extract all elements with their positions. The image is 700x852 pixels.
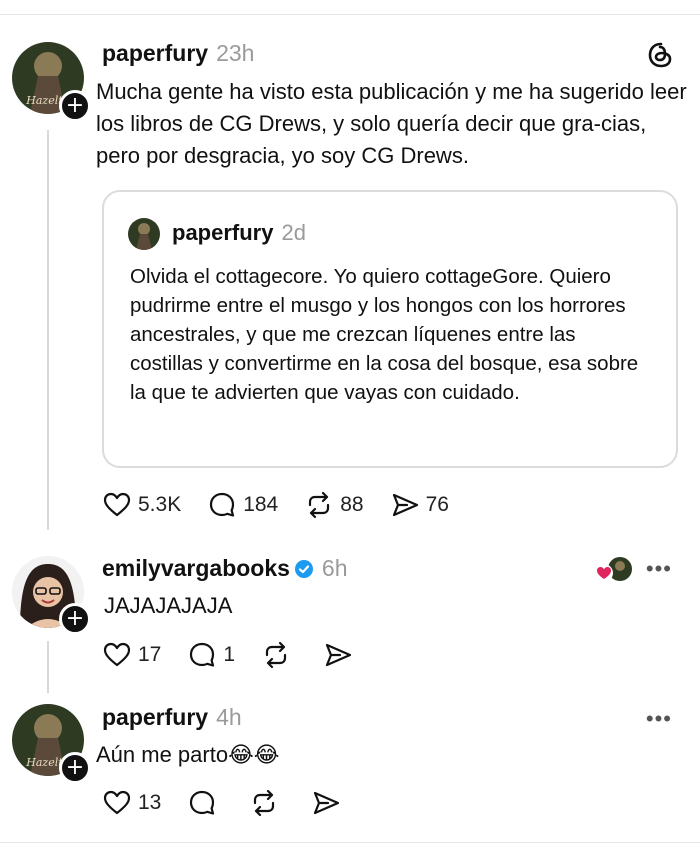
follow-plus-button[interactable]: + xyxy=(59,752,91,784)
username[interactable]: emilyvargabooks 6h xyxy=(102,555,348,582)
repost-button[interactable]: 88 xyxy=(304,490,364,520)
username-text[interactable]: paperfury xyxy=(102,704,208,730)
heart-icon xyxy=(103,790,131,815)
heart-icon xyxy=(103,642,131,667)
repost-button[interactable] xyxy=(261,640,297,670)
reply-button[interactable]: 184 xyxy=(207,490,278,520)
quoted-post[interactable]: paperfury 2d Olvida el cottagecore. Yo qu… xyxy=(102,190,678,468)
thread-line xyxy=(47,130,49,530)
post-time: 4h xyxy=(216,704,242,730)
share-icon xyxy=(325,643,352,667)
follow-plus-button[interactable]: + xyxy=(59,90,91,122)
heart-icon xyxy=(103,492,131,517)
like-button[interactable]: 17 xyxy=(102,640,161,670)
like-button[interactable]: 13 xyxy=(102,788,161,818)
quote-username[interactable]: paperfury 2d xyxy=(172,220,306,246)
repost-count: 88 xyxy=(340,493,364,516)
follow-plus-button[interactable]: + xyxy=(59,603,91,635)
top-divider xyxy=(0,14,700,15)
more-options-button[interactable]: ••• xyxy=(646,706,672,732)
post-actions: 13 xyxy=(102,788,373,818)
repost-icon xyxy=(254,789,275,817)
share-count: 76 xyxy=(425,493,449,516)
quote-time: 2d xyxy=(281,220,306,245)
share-button[interactable] xyxy=(311,788,347,818)
quote-username-text[interactable]: paperfury xyxy=(172,220,273,245)
post-text: Aún me parto😂😂 xyxy=(96,742,280,767)
like-count: 13 xyxy=(138,791,162,814)
more-options-button[interactable]: ••• xyxy=(646,556,672,582)
repost-icon xyxy=(265,641,287,669)
reply-icon xyxy=(190,642,215,667)
like-count: 5.3K xyxy=(138,493,182,516)
reply-count: 1 xyxy=(223,643,236,666)
like-button[interactable]: 5.3K xyxy=(102,490,181,520)
reply-button[interactable] xyxy=(187,788,223,818)
reply-button[interactable]: 1 xyxy=(187,640,235,670)
username-text[interactable]: paperfury xyxy=(102,40,208,66)
quote-text: Olvida el cottagecore. Yo quiero cottage… xyxy=(130,265,639,404)
post-time: 6h xyxy=(321,555,348,581)
post-time: 23h xyxy=(216,40,255,66)
share-icon xyxy=(314,791,340,815)
quote-avatar xyxy=(128,218,160,250)
reply-icon xyxy=(190,790,215,815)
reply-count: 184 xyxy=(243,493,279,516)
threads-icon[interactable] xyxy=(648,42,674,73)
post-actions: 5.3K 184 88 76 xyxy=(102,490,475,520)
share-button[interactable]: 76 xyxy=(390,490,449,520)
bottom-divider xyxy=(0,842,700,843)
post-text: Mucha gente ha visto esta publicación y … xyxy=(96,79,687,168)
share-icon xyxy=(392,493,418,517)
username[interactable]: paperfury 23h xyxy=(102,40,254,67)
repost-icon xyxy=(309,491,330,519)
share-button[interactable] xyxy=(323,640,359,670)
thread-line xyxy=(47,641,49,693)
liked-by-author-icon xyxy=(594,556,634,584)
verified-badge-icon xyxy=(294,560,313,578)
username-text[interactable]: emilyvargabooks xyxy=(102,555,290,581)
post-actions: 17 1 xyxy=(102,640,385,670)
post-text: JAJAJAJAJA xyxy=(104,593,233,618)
username[interactable]: paperfury 4h xyxy=(102,704,242,731)
like-count: 17 xyxy=(138,643,162,666)
repost-button[interactable] xyxy=(249,788,285,818)
reply-icon xyxy=(210,492,235,517)
